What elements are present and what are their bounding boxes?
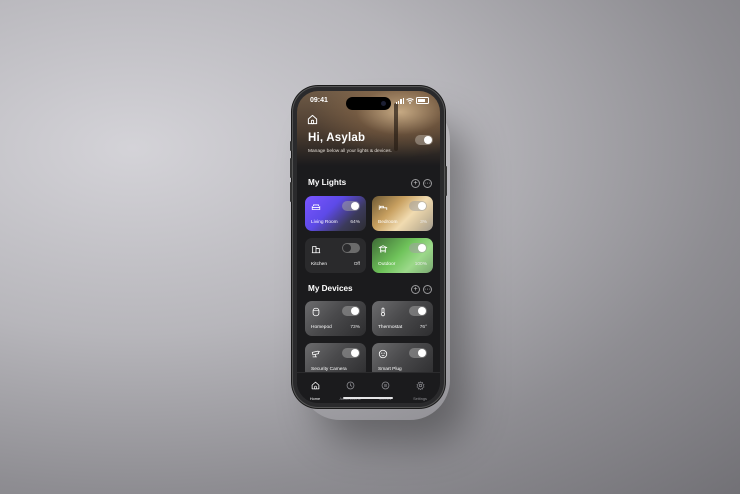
bed-icon (378, 205, 388, 210)
security-camera-toggle[interactable] (342, 348, 360, 358)
device-name: Thermostat (378, 325, 403, 330)
tab-home[interactable]: Home (300, 377, 330, 401)
homepod-toggle[interactable] (342, 306, 360, 316)
battery-icon (416, 97, 429, 104)
light-name: Bedroom (378, 220, 398, 225)
app-screen: 09:41 Hi, Asylab Manage below all your l… (297, 91, 440, 403)
light-card-living-room[interactable]: Living Room 64% (305, 196, 366, 231)
gear-icon (416, 381, 424, 391)
light-value: 64% (350, 220, 360, 225)
living-room-toggle[interactable] (342, 201, 360, 211)
home-indicator (343, 397, 393, 399)
thermostat-toggle[interactable] (409, 306, 427, 316)
add-device-button[interactable]: + (411, 285, 420, 294)
status-icons (395, 97, 429, 104)
plug-icon (378, 349, 388, 359)
device-name: Homepod (311, 325, 332, 330)
camera-icon (311, 350, 321, 358)
phone-frame: 09:41 Hi, Asylab Manage below all your l… (290, 86, 447, 408)
light-name: Outdoor (378, 262, 396, 267)
light-card-bedroom[interactable]: Bedroom 3% (372, 196, 433, 231)
device-value: 76° (419, 325, 427, 330)
kitchen-icon (311, 246, 321, 254)
dynamic-island (346, 97, 391, 110)
clock-icon (346, 381, 354, 390)
light-value: 3% (420, 220, 427, 225)
light-name: Kitchen (311, 262, 327, 267)
speaker-icon (312, 307, 320, 317)
signal-icon (395, 97, 404, 104)
devices-more-button[interactable]: ··· (423, 285, 432, 294)
outdoor-icon (378, 245, 388, 253)
thermometer-icon (380, 307, 386, 317)
light-value: 100% (414, 262, 427, 267)
home-logo-icon (307, 114, 318, 125)
outdoor-toggle[interactable] (409, 243, 427, 253)
light-card-kitchen[interactable]: Kitchen Off (305, 238, 366, 273)
add-light-button[interactable]: + (411, 179, 420, 188)
greeting-title: Hi, Asylab (308, 132, 366, 144)
greeting-subtitle: Manage below all your lights & devices. (308, 149, 392, 154)
smart-plug-toggle[interactable] (409, 348, 427, 358)
devices-section-title: My Devices (308, 284, 353, 293)
master-toggle[interactable] (415, 135, 433, 145)
light-card-outdoor[interactable]: Outdoor 100% (372, 238, 433, 273)
status-time: 09:41 (310, 97, 328, 104)
list-icon (381, 381, 389, 390)
lights-more-button[interactable]: ··· (423, 179, 432, 188)
sofa-icon (311, 204, 321, 210)
tab-settings[interactable]: Settings (405, 377, 435, 401)
wifi-icon (406, 97, 414, 104)
tab-label: Home (309, 397, 321, 401)
lights-section-title: My Lights (308, 178, 347, 187)
home-icon (311, 381, 319, 390)
bedroom-toggle[interactable] (409, 201, 427, 211)
light-name: Living Room (311, 220, 338, 225)
light-value: Off (353, 262, 360, 267)
device-value: 73% (350, 325, 360, 330)
kitchen-toggle[interactable] (342, 243, 360, 253)
tab-label: Settings (413, 397, 427, 401)
device-card-thermostat[interactable]: Thermostat 76° (372, 301, 433, 336)
device-card-homepod[interactable]: Homepod 73% (305, 301, 366, 336)
